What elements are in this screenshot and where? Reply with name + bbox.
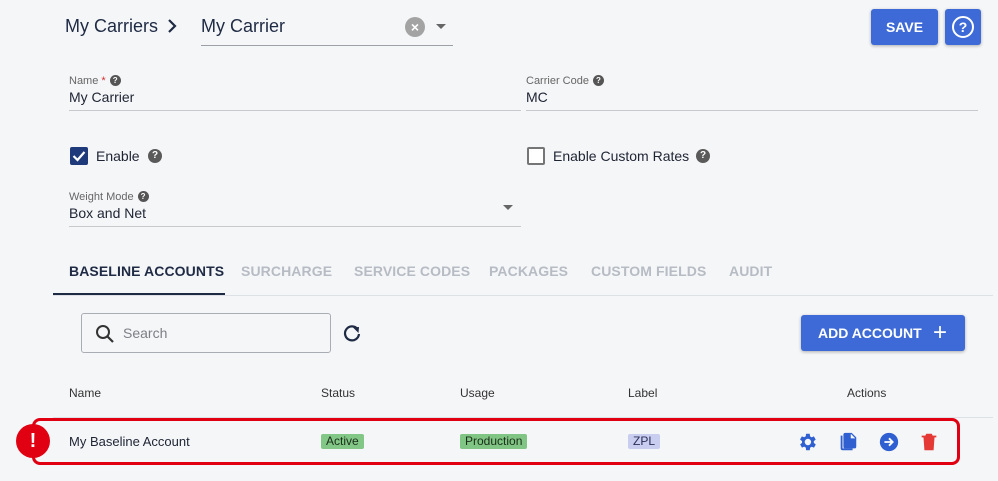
help-icon[interactable]: ? [696, 149, 710, 163]
tab-packages[interactable]: PACKAGES [489, 263, 568, 279]
help-button[interactable]: ? [945, 9, 981, 45]
chevron-right-icon [168, 19, 177, 33]
help-icon: ? [952, 16, 974, 38]
weight-mode-underline [69, 226, 521, 227]
search-icon [96, 325, 114, 343]
carrier-code-underline [526, 110, 978, 111]
usage-badge: Production [460, 434, 528, 449]
dropdown-caret-icon[interactable] [503, 205, 513, 210]
breadcrumb-my-carriers[interactable]: My Carriers [65, 16, 158, 37]
carrier-code-field[interactable]: MC [526, 89, 548, 105]
plus-icon: + [932, 319, 947, 346]
tab-baseline-accounts[interactable]: BASELINE ACCOUNTS [69, 263, 224, 279]
help-icon[interactable]: ? [137, 191, 149, 202]
column-header-name: Name [69, 386, 102, 400]
enable-checkbox[interactable] [70, 147, 88, 165]
tabs-divider [53, 295, 993, 296]
tab-audit[interactable]: AUDIT [729, 263, 772, 279]
name-label: Name *? [69, 75, 121, 87]
column-header-status: Status [321, 386, 356, 400]
status-badge: Active [321, 434, 364, 449]
row-name-cell[interactable]: My Baseline Account [69, 434, 190, 449]
arrow-right-circle-icon[interactable] [878, 431, 900, 453]
tab-custom-fields[interactable]: CUSTOM FIELDS [591, 263, 706, 279]
refresh-icon[interactable] [342, 323, 362, 343]
column-header-usage: Usage [460, 386, 495, 400]
column-header-label: Label [628, 386, 658, 400]
carrier-code-label: Carrier Code? [526, 75, 604, 87]
name-field[interactable]: My Carrier [69, 89, 134, 105]
add-account-button[interactable]: ADD ACCOUNT + [801, 315, 965, 351]
name-underline [69, 110, 521, 111]
carrier-select[interactable]: My Carrier × [201, 8, 453, 46]
add-account-label: ADD ACCOUNT [818, 325, 922, 341]
weight-mode-select[interactable]: Box and Net [69, 205, 146, 221]
carrier-select-value: My Carrier [201, 16, 285, 36]
help-icon[interactable]: ? [592, 75, 604, 86]
help-icon[interactable]: ? [148, 149, 162, 163]
dropdown-caret-icon[interactable] [436, 24, 446, 29]
help-icon[interactable]: ? [109, 75, 121, 86]
error-badge: ! [16, 424, 50, 458]
copy-icon[interactable] [837, 431, 859, 453]
search-input[interactable]: Search [81, 313, 331, 353]
enable-custom-rates-checkbox[interactable] [527, 147, 545, 165]
tab-service-codes[interactable]: SERVICE CODES [354, 263, 470, 279]
enable-label: Enable [96, 148, 140, 164]
label-badge: ZPL [628, 434, 661, 449]
save-button[interactable]: SAVE [871, 9, 938, 45]
checkmark-icon [72, 151, 86, 162]
weight-mode-label: Weight Mode? [69, 191, 149, 203]
gear-icon[interactable] [796, 431, 818, 453]
clear-icon[interactable]: × [405, 17, 425, 37]
enable-custom-rates-label: Enable Custom Rates [553, 148, 690, 164]
column-header-actions: Actions [847, 386, 887, 400]
search-placeholder: Search [123, 325, 168, 341]
tab-surcharge[interactable]: SURCHARGE [241, 263, 332, 279]
trash-icon[interactable] [918, 431, 940, 453]
active-tab-indicator [53, 293, 225, 295]
